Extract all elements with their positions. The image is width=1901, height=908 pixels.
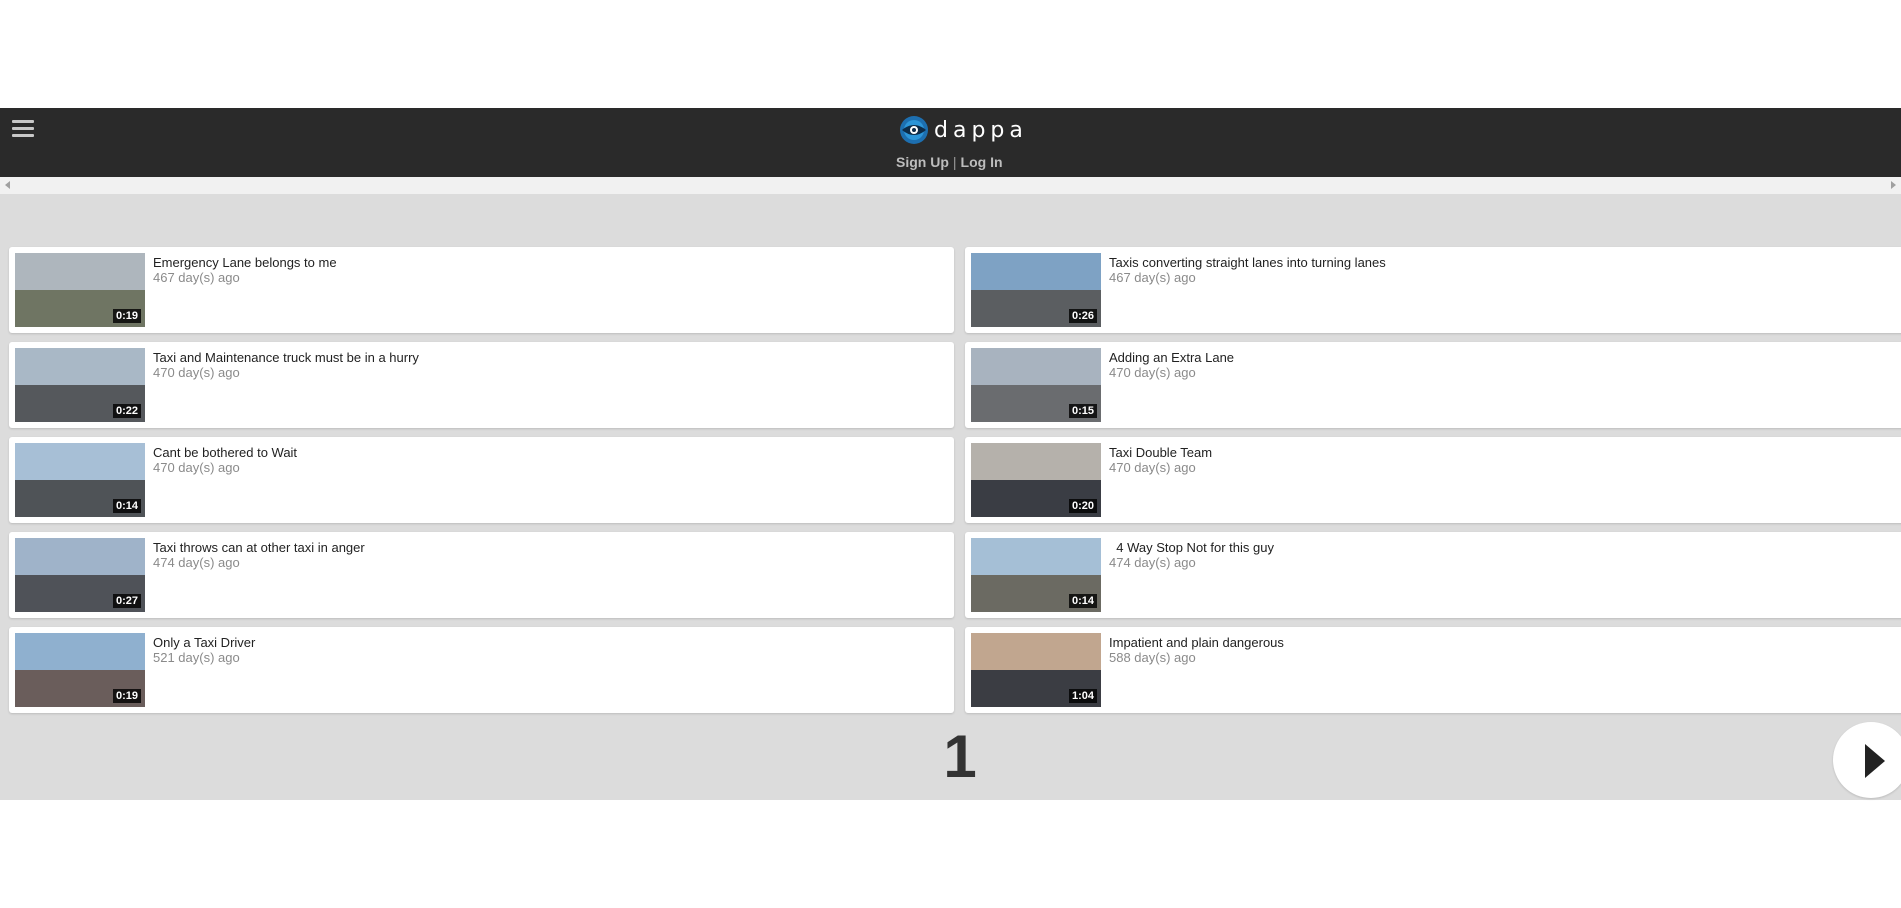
log-in-link[interactable]: Log In xyxy=(961,154,1003,170)
video-card[interactable]: 0:22 Taxi and Maintenance truck must be i… xyxy=(9,342,954,428)
thumbnail-sky xyxy=(15,538,145,575)
video-thumbnail[interactable]: 0:27 xyxy=(15,538,145,612)
video-age: 588 day(s) ago xyxy=(1109,650,1196,665)
video-title[interactable]: Impatient and plain dangerous xyxy=(1109,635,1284,650)
auth-links: Sign Up | Log In xyxy=(896,154,1003,170)
sign-up-link[interactable]: Sign Up xyxy=(896,154,949,170)
video-thumbnail[interactable]: 0:19 xyxy=(15,253,145,327)
thumbnail-sky xyxy=(15,348,145,385)
video-thumbnail[interactable]: 0:22 xyxy=(15,348,145,422)
video-title[interactable]: Taxi throws can at other taxi in anger xyxy=(153,540,365,555)
thumbnail-sky xyxy=(15,443,145,480)
video-card[interactable]: 0:14 Cant be bothered to Wait 470 day(s) a… xyxy=(9,437,954,523)
video-title[interactable]: Cant be bothered to Wait xyxy=(153,445,297,460)
auth-separator: | xyxy=(952,154,957,170)
video-thumbnail[interactable]: 0:14 xyxy=(971,538,1101,612)
video-duration: 0:20 xyxy=(1068,499,1097,513)
thumbnail-sky xyxy=(971,443,1101,480)
video-card[interactable]: 1:04 Impatient and plain dangerous 588 day… xyxy=(965,627,1901,713)
video-card[interactable]: 0:19 Only a Taxi Driver 521 day(s) ago xyxy=(9,627,954,713)
video-list: 0:19 Emergency Lane belongs to me 467 day(… xyxy=(0,194,1901,800)
video-thumbnail[interactable]: 0:26 xyxy=(971,253,1101,327)
video-title[interactable]: Taxis converting straight lanes into tur… xyxy=(1109,255,1386,270)
next-arrow-icon xyxy=(1865,744,1885,778)
video-age: 470 day(s) ago xyxy=(153,460,240,475)
video-title[interactable]: Taxi and Maintenance truck must be in a … xyxy=(153,350,419,365)
scroll-left-arrow-icon[interactable] xyxy=(5,181,10,189)
video-card[interactable]: 0:15 Adding an Extra Lane 470 day(s) ago xyxy=(965,342,1901,428)
thumbnail-sky xyxy=(971,633,1101,670)
video-duration: 0:14 xyxy=(112,499,141,513)
video-card[interactable]: 0:20 Taxi Double Team 470 day(s) ago xyxy=(965,437,1901,523)
video-card[interactable]: 0:26 Taxis converting straight lanes into… xyxy=(965,247,1901,333)
video-duration: 0:19 xyxy=(112,309,141,323)
thumbnail-sky xyxy=(971,253,1101,290)
video-duration: 0:22 xyxy=(112,404,141,418)
hamburger-menu-icon[interactable] xyxy=(12,120,34,138)
video-duration: 0:19 xyxy=(112,689,141,703)
logo-text: dappa xyxy=(934,117,1028,143)
video-thumbnail[interactable]: 0:14 xyxy=(15,443,145,517)
video-card[interactable]: 0:27 Taxi throws can at other taxi in ang… xyxy=(9,532,954,618)
thumbnail-sky xyxy=(15,253,145,290)
video-card[interactable]: 0:14 4 Way Stop Not for this guy 474 day(… xyxy=(965,532,1901,618)
video-duration: 0:14 xyxy=(1068,594,1097,608)
video-age: 470 day(s) ago xyxy=(1109,460,1196,475)
video-age: 467 day(s) ago xyxy=(1109,270,1196,285)
video-thumbnail[interactable]: 0:19 xyxy=(15,633,145,707)
video-duration: 0:26 xyxy=(1068,309,1097,323)
video-duration: 0:27 xyxy=(112,594,141,608)
video-thumbnail[interactable]: 0:15 xyxy=(971,348,1101,422)
video-age: 521 day(s) ago xyxy=(153,650,240,665)
next-page-button[interactable] xyxy=(1833,722,1901,798)
thumbnail-sky xyxy=(15,633,145,670)
video-duration: 1:04 xyxy=(1068,689,1097,703)
horizontal-scrollbar[interactable] xyxy=(0,177,1901,194)
video-title[interactable]: Adding an Extra Lane xyxy=(1109,350,1234,365)
video-thumbnail[interactable]: 0:20 xyxy=(971,443,1101,517)
dappa-logo[interactable]: dappa xyxy=(896,114,1028,146)
thumbnail-sky xyxy=(971,348,1101,385)
video-title[interactable]: Only a Taxi Driver xyxy=(153,635,255,650)
current-page-number: 1 xyxy=(943,723,977,790)
video-title[interactable]: Taxi Double Team xyxy=(1109,445,1212,460)
video-card[interactable]: 0:19 Emergency Lane belongs to me 467 day(… xyxy=(9,247,954,333)
video-age: 467 day(s) ago xyxy=(153,270,240,285)
video-title[interactable]: 4 Way Stop Not for this guy xyxy=(1109,540,1274,555)
top-header: dappa Sign Up | Log In xyxy=(0,108,1901,177)
video-thumbnail[interactable]: 1:04 xyxy=(971,633,1101,707)
video-age: 474 day(s) ago xyxy=(1109,555,1196,570)
scroll-right-arrow-icon[interactable] xyxy=(1891,181,1896,189)
video-age: 474 day(s) ago xyxy=(153,555,240,570)
video-age: 470 day(s) ago xyxy=(153,365,240,380)
video-title[interactable]: Emergency Lane belongs to me xyxy=(153,255,337,270)
logo-eye-icon xyxy=(900,116,928,144)
thumbnail-sky xyxy=(971,538,1101,575)
video-duration: 0:15 xyxy=(1068,404,1097,418)
video-age: 470 day(s) ago xyxy=(1109,365,1196,380)
